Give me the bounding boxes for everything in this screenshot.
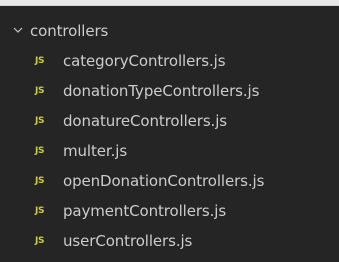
- javascript-file-icon: JS: [35, 175, 45, 186]
- javascript-file-icon: JS: [35, 115, 45, 126]
- javascript-file-icon: JS: [35, 85, 45, 96]
- folder-label: controllers: [30, 21, 109, 40]
- file-explorer: controllers JS categoryControllers.js JS…: [0, 6, 339, 262]
- file-item[interactable]: JS paymentControllers.js: [0, 196, 339, 225]
- file-label: paymentControllers.js: [63, 201, 227, 220]
- file-label: donationTypeControllers.js: [63, 81, 260, 100]
- javascript-file-icon: JS: [35, 205, 45, 216]
- file-label: openDonationControllers.js: [63, 171, 265, 190]
- javascript-file-icon: JS: [35, 145, 45, 156]
- file-label: donatureControllers.js: [63, 111, 228, 130]
- file-item[interactable]: JS openDonationControllers.js: [0, 166, 339, 195]
- chevron-down-icon[interactable]: [12, 16, 24, 45]
- file-item[interactable]: JS donatureControllers.js: [0, 106, 339, 135]
- file-label: userControllers.js: [63, 231, 193, 250]
- file-label: categoryControllers.js: [63, 51, 226, 70]
- javascript-file-icon: JS: [35, 55, 45, 66]
- file-label: multer.js: [63, 141, 128, 160]
- file-item[interactable]: JS multer.js: [0, 136, 339, 165]
- javascript-file-icon: JS: [35, 235, 45, 246]
- folder-controllers[interactable]: controllers: [0, 16, 339, 45]
- file-item[interactable]: JS categoryControllers.js: [0, 46, 339, 75]
- file-item[interactable]: JS userControllers.js: [0, 226, 339, 255]
- file-item[interactable]: JS donationTypeControllers.js: [0, 76, 339, 105]
